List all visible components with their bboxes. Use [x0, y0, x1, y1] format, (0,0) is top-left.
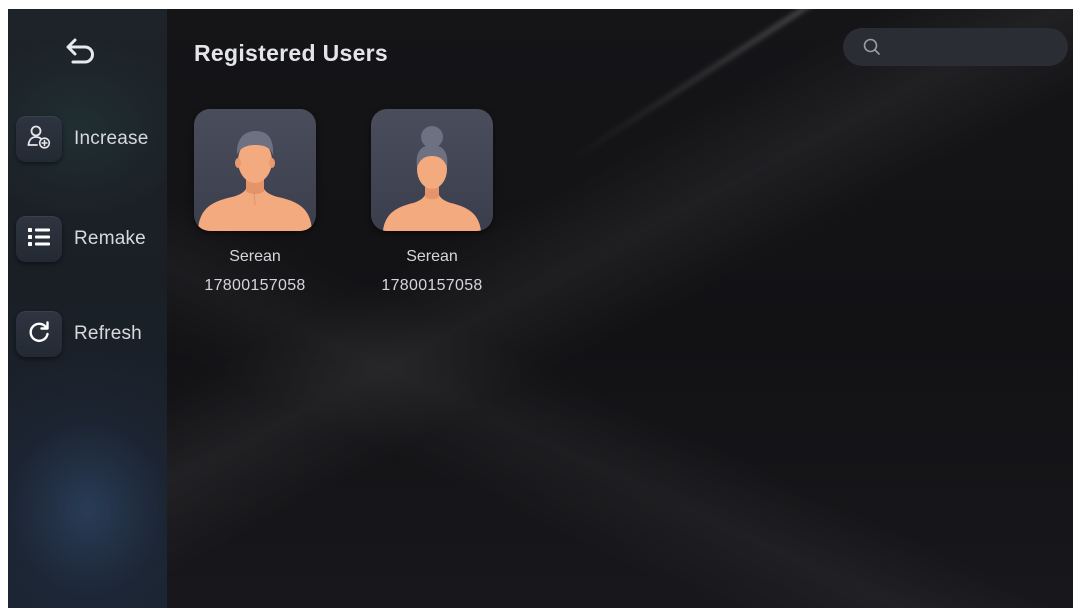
user-phone: 17800157058 [381, 277, 483, 294]
user-phone: 17800157058 [204, 277, 306, 294]
search-bar[interactable] [843, 28, 1073, 66]
avatar[interactable] [194, 109, 316, 231]
sidebar-item-label: Remake [74, 228, 146, 249]
refresh-icon [26, 319, 52, 350]
sidebar-item-increase[interactable]: Increase [16, 116, 148, 162]
user-card[interactable]: Serean 17800157058 [190, 109, 320, 295]
sidebar-item-remake[interactable]: Remake [16, 216, 146, 262]
add-user-button[interactable] [16, 116, 62, 162]
user-card[interactable]: Serean 17800157058 [367, 109, 497, 295]
user-name: Serean [406, 248, 458, 265]
search-input[interactable] [881, 28, 1073, 66]
user-name: Serean [229, 248, 281, 265]
back-arrow-icon [63, 37, 99, 72]
app-window: Increase Remake Refresh Registered Users… [8, 9, 1073, 608]
page-title: Registered Users [194, 40, 388, 66]
back-button[interactable] [60, 33, 102, 75]
avatar[interactable] [371, 109, 493, 231]
sidebar-item-label: Refresh [74, 323, 142, 344]
sidebar-item-label: Increase [74, 128, 149, 149]
remake-button[interactable] [16, 216, 62, 262]
sidebar: Increase Remake Refresh [8, 9, 167, 608]
sidebar-item-refresh[interactable]: Refresh [16, 311, 142, 357]
add-user-icon [26, 124, 52, 155]
list-icon [26, 225, 52, 254]
refresh-button[interactable] [16, 311, 62, 357]
search-icon [863, 38, 881, 56]
